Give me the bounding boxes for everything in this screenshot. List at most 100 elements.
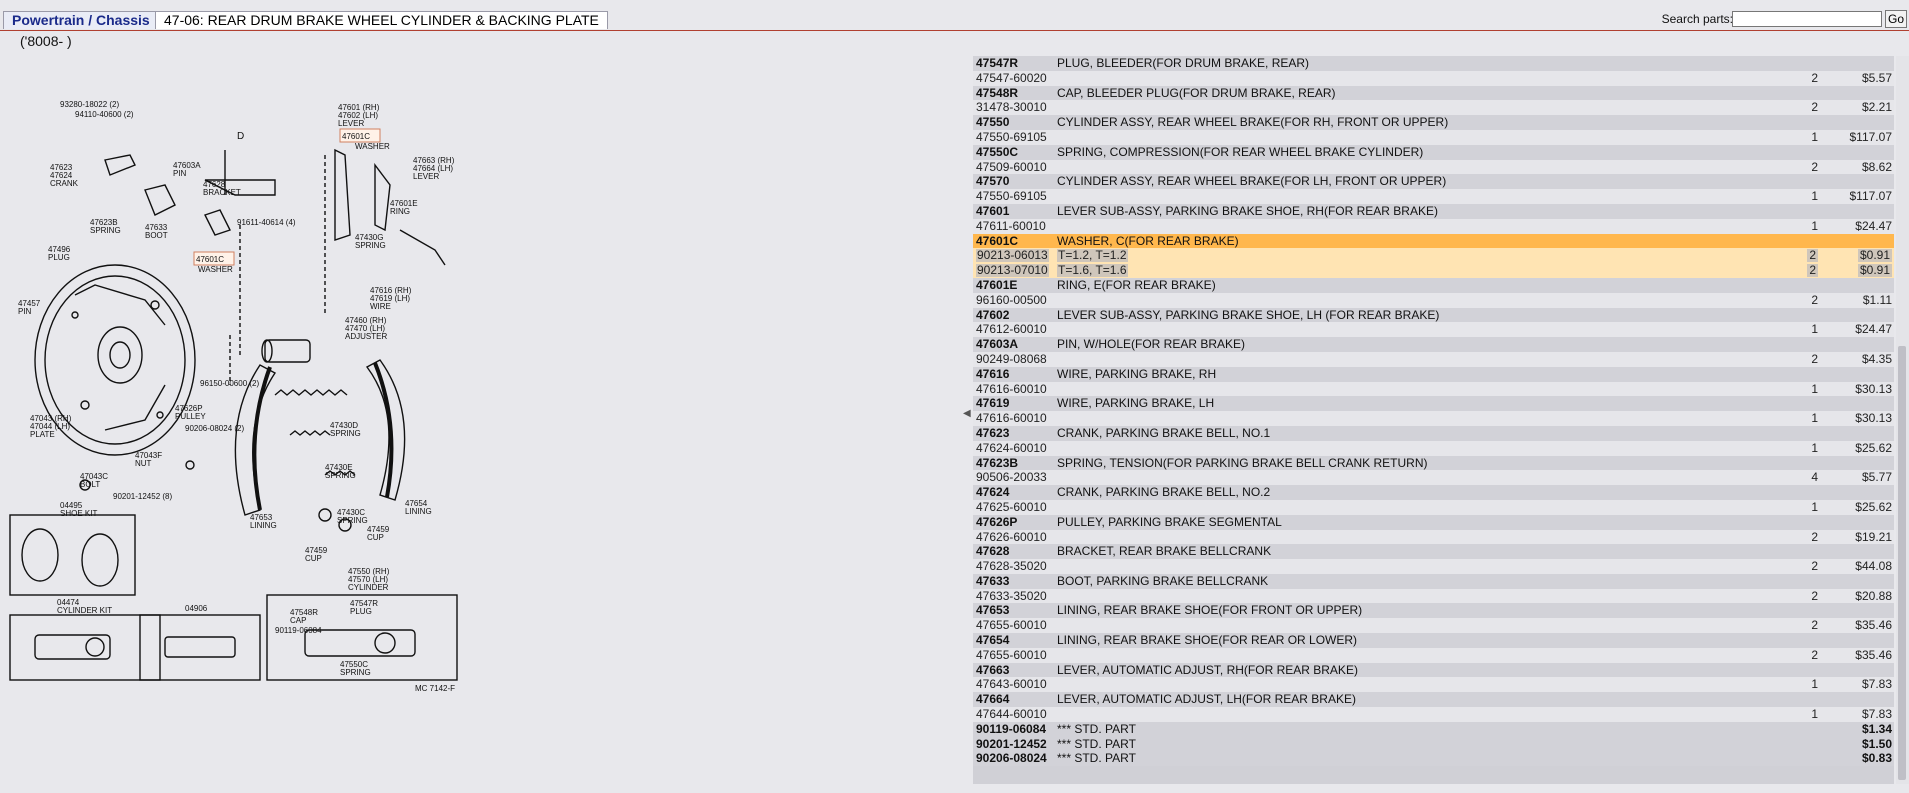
part-description: WASHER, C(FOR REAR BRAKE)	[1057, 233, 1239, 248]
std-part-row[interactable]: 90201-12452 *** STD. PART $1.50	[973, 736, 1894, 752]
part-number-row[interactable]: 90506-20033 4 $5.77	[973, 470, 1894, 486]
diagram-label: CUP	[367, 533, 384, 542]
part-quantity: 2	[1807, 248, 1818, 263]
part-header-row[interactable]: 47619 WIRE, PARKING BRAKE, LH	[973, 396, 1894, 412]
part-quantity: 2	[1811, 292, 1818, 307]
part-number-row[interactable]: 47616-60010 1 $30.13	[973, 411, 1894, 426]
part-description: BOOT, PARKING BRAKE BELLCRANK	[1057, 573, 1269, 588]
part-number: 47624-60010	[976, 440, 1047, 455]
part-price: $7.83	[1861, 707, 1892, 722]
part-header-row[interactable]: 47601E RING, E(FOR REAR BRAKE)	[973, 277, 1894, 293]
diagram-label: MC 7142-F	[415, 684, 455, 693]
part-price: $4.35	[1861, 351, 1892, 366]
part-header-row[interactable]: 47550 CYLINDER ASSY, REAR WHEEL BRAKE(FOR…	[973, 115, 1894, 130]
part-quantity: 1	[1811, 707, 1818, 722]
part-number-row[interactable]: 47626-60010 2 $19.21	[973, 529, 1894, 545]
diagram-label: 91611-40614 (4)	[237, 218, 296, 227]
part-price: $5.77	[1861, 470, 1892, 485]
part-header-row[interactable]: 47601 LEVER SUB-ASSY, PARKING BRAKE SHOE,…	[973, 203, 1894, 219]
part-number-row[interactable]: 31478-30010 2 $2.21	[973, 100, 1894, 116]
part-header-row[interactable]: 47623 CRANK, PARKING BRAKE BELL, NO.1	[973, 425, 1894, 441]
part-header-row[interactable]: 47633 BOOT, PARKING BRAKE BELLCRANK	[973, 573, 1894, 589]
search-input[interactable]	[1732, 11, 1882, 27]
part-header-row[interactable]: 47601C WASHER, C(FOR REAR BRAKE)	[973, 233, 1894, 249]
part-header-row[interactable]: 47626P PULLEY, PARKING BRAKE SEGMENTAL	[973, 514, 1894, 530]
part-number-row[interactable]: 47509-60010 2 $8.62	[973, 159, 1894, 175]
part-number-row[interactable]: 47625-60010 1 $25.62	[973, 499, 1894, 515]
part-header-row[interactable]: 47548R CAP, BLEEDER PLUG(FOR DRUM BRAKE, …	[973, 85, 1894, 101]
part-price: $0.91	[1857, 248, 1892, 263]
part-price: $1.34	[1861, 721, 1892, 736]
part-ref-number: 47603A	[976, 337, 1019, 352]
part-ref-number: 47601E	[976, 277, 1018, 292]
part-price: $1.50	[1861, 736, 1892, 751]
parts-scrollbar[interactable]	[1896, 56, 1909, 784]
part-ref-number: 47619	[976, 396, 1010, 411]
part-number-row[interactable]: 47550-69105 1 $117.07	[973, 129, 1894, 145]
diagram-label: SHOE KIT	[60, 509, 97, 518]
part-description: *** STD. PART	[1057, 721, 1136, 736]
part-number-row[interactable]: 96160-00500 2 $1.11	[973, 292, 1894, 308]
panel-splitter-icon[interactable]: ◀	[963, 408, 971, 419]
part-number: 90213-07010	[976, 263, 1049, 278]
part-description: LEVER SUB-ASSY, PARKING BRAKE SHOE, LH (…	[1057, 307, 1440, 322]
part-header-row[interactable]: 47547R PLUG, BLEEDER(FOR DRUM BRAKE, REAR…	[973, 56, 1894, 71]
part-header-row[interactable]: 47570 CYLINDER ASSY, REAR WHEEL BRAKE(FOR…	[973, 174, 1894, 190]
parts-diagram: 93280-18022 (2) 94110-40600 (2) 47623 47…	[9, 100, 458, 693]
part-number-row[interactable]: 47633-35020 2 $20.88	[973, 588, 1894, 604]
header-bar: Powertrain / Chassis 47-06: REAR DRUM BR…	[0, 0, 1909, 31]
part-header-row[interactable]: 47653 LINING, REAR BRAKE SHOE(FOR FRONT O…	[973, 603, 1894, 619]
diagram-label: SPRING	[340, 668, 371, 677]
diagram-label: WASHER	[355, 142, 390, 151]
go-button[interactable]: Go	[1885, 10, 1907, 28]
diagram-label: WIRE	[370, 302, 391, 311]
breadcrumb-link[interactable]: Powertrain / Chassis	[3, 11, 159, 29]
part-header-row[interactable]: 47603A PIN, W/HOLE(FOR REAR BRAKE)	[973, 337, 1894, 352]
diagram-label: LEVER	[338, 119, 364, 128]
part-ref-number: 47616	[976, 366, 1010, 381]
part-number: 47509-60010	[976, 159, 1047, 174]
part-header-row[interactable]: 47616 WIRE, PARKING BRAKE, RH	[973, 366, 1894, 382]
part-number: 90201-12452	[976, 736, 1047, 751]
part-price: $0.91	[1857, 263, 1892, 278]
part-header-row[interactable]: 47623B SPRING, TENSION(FOR PARKING BRAKE …	[973, 455, 1894, 471]
scrollbar-thumb[interactable]	[1898, 346, 1906, 780]
part-header-row[interactable]: 47663 LEVER, AUTOMATIC ADJUST, RH(FOR REA…	[973, 662, 1894, 678]
std-part-row[interactable]: 90119-06084 *** STD. PART $1.34	[973, 721, 1894, 737]
part-number-row[interactable]: 47547-60020 2 $5.57	[973, 70, 1894, 86]
part-number-row[interactable]: 90213-07010 T=1.6, T=1.6 2 $0.91	[973, 263, 1894, 278]
part-number-row[interactable]: 47643-60010 1 $7.83	[973, 677, 1894, 693]
part-description: *** STD. PART	[1057, 736, 1136, 751]
part-number-row[interactable]: 47611-60010 1 $24.47	[973, 218, 1894, 234]
part-price: $8.62	[1861, 159, 1892, 174]
part-number-row[interactable]: 47624-60010 1 $25.62	[973, 440, 1894, 456]
part-number-row[interactable]: 90249-08068 2 $4.35	[973, 351, 1894, 367]
part-number-row[interactable]: 47550-69105 1 $117.07	[973, 189, 1894, 204]
part-price: $44.08	[1855, 559, 1892, 574]
part-number-row[interactable]: 47644-60010 1 $7.83	[973, 707, 1894, 722]
part-header-row[interactable]: 47664 LEVER, AUTOMATIC ADJUST, LH(FOR REA…	[973, 692, 1894, 708]
part-quantity: 4	[1811, 470, 1818, 485]
part-number-row[interactable]: 47616-60010 1 $30.13	[973, 381, 1894, 397]
part-number-row[interactable]: 47612-60010 1 $24.47	[973, 322, 1894, 338]
part-number-row[interactable]: 47628-35020 2 $44.08	[973, 559, 1894, 574]
diagram-label: BOLT	[80, 480, 100, 489]
part-header-row[interactable]: 47654 LINING, REAR BRAKE SHOE(FOR REAR OR…	[973, 633, 1894, 648]
part-price: $117.07	[1849, 189, 1893, 204]
part-number-row[interactable]: 47655-60010 2 $35.46	[973, 618, 1894, 634]
part-ref-number: 47548R	[976, 85, 1019, 100]
part-header-row[interactable]: 47550C SPRING, COMPRESSION(FOR REAR WHEEL…	[973, 144, 1894, 160]
part-quantity: 2	[1811, 70, 1818, 85]
part-header-row[interactable]: 47624 CRANK, PARKING BRAKE BELL, NO.2	[973, 485, 1894, 500]
part-description: CRANK, PARKING BRAKE BELL, NO.2	[1057, 485, 1271, 500]
part-ref-number: 47570	[976, 174, 1010, 189]
std-part-row[interactable]: 90206-08024 *** STD. PART $0.83	[973, 751, 1894, 767]
part-header-row[interactable]: 47628 BRACKET, REAR BRAKE BELLCRANK	[973, 544, 1894, 560]
part-price: $35.46	[1855, 647, 1892, 662]
part-description: LEVER, AUTOMATIC ADJUST, RH(FOR REAR BRA…	[1057, 662, 1358, 677]
part-description: CYLINDER ASSY, REAR WHEEL BRAKE(FOR RH, …	[1057, 115, 1449, 130]
diagram-label: NUT	[135, 459, 152, 468]
part-header-row[interactable]: 47602 LEVER SUB-ASSY, PARKING BRAKE SHOE,…	[973, 307, 1894, 323]
part-number-row[interactable]: 90213-06013 T=1.2, T=1.2 2 $0.91	[973, 248, 1894, 264]
part-number-row[interactable]: 47655-60010 2 $35.46	[973, 647, 1894, 663]
